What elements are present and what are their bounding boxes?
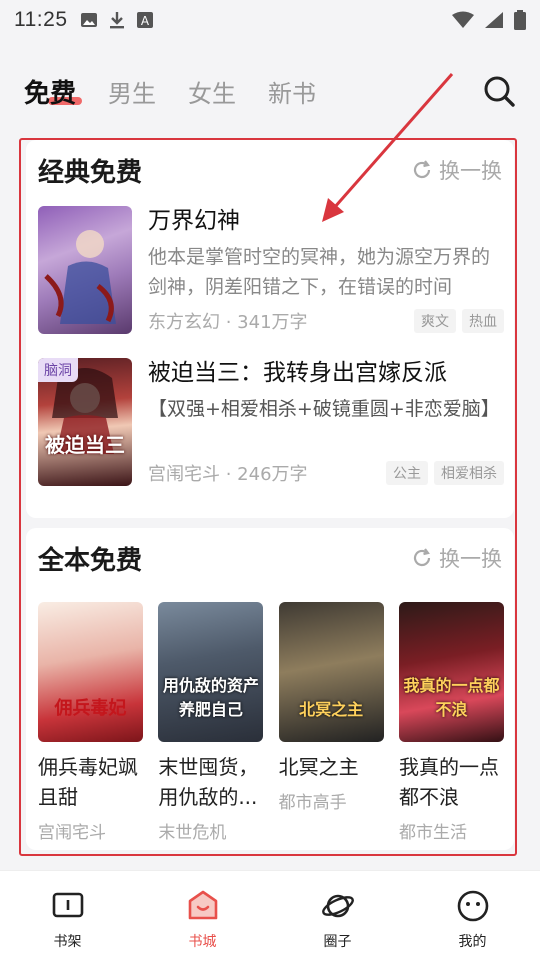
svg-text:A: A [140,14,149,28]
nav-bookstore[interactable]: 书城 [135,871,270,960]
download-icon [109,12,124,29]
image-icon [80,13,97,27]
grid-book-item[interactable]: 北冥之主 北冥之主 都市高手 [278,602,384,843]
nav-label: 圈子 [323,934,352,950]
planet-icon [321,894,354,918]
font-icon: A [136,12,153,28]
book-tag: 相爱相杀 [434,461,504,485]
profile-icon [457,890,488,922]
signal-icon [485,12,503,28]
book-title: 北冥之主 [278,755,359,779]
book-grid: 佣兵毒妃 佣兵毒妃飒且甜 宫闱宅斗 用仇敌的资产养肥自己 末世囤货，用仇敌的..… [38,602,504,843]
tab-female[interactable]: 女生 [188,74,236,109]
book-cover[interactable] [38,206,132,334]
classic-free-section: 经典免费 换一换 万界幻神 他本是掌管时空的冥神，她为源空万界的剑神，阴差阳错之… [26,140,514,518]
tab-new-books[interactable]: 新书 [268,74,316,109]
cover-title: 用仇敌的资产养肥自己 [162,676,259,719]
book-tag: 公主 [386,461,428,485]
book-title: 万界幻神 [148,208,240,234]
book-title: 佣兵毒妃飒且甜 [38,755,138,809]
book-cover[interactable]: 脑洞 被迫当三 [38,358,132,486]
book-meta: 东方玄幻 · 341万字 [148,312,308,333]
cover-title: 佣兵毒妃 [54,698,127,719]
cover-art [44,230,116,324]
grid-book-item[interactable]: 我真的一点都不浪 我真的一点都不浪 都市生活 [398,602,504,843]
book-item[interactable]: 脑洞 被迫当三 被迫当三：我转身出宫嫁反派 【双强+相爱相杀+破镜重圆+非恋爱脑… [38,358,504,490]
bookstore-icon [188,890,217,920]
nav-profile[interactable]: 我的 [405,871,540,960]
full-free-section: 全本免费 换一换 佣兵毒妃 佣兵毒妃飒且甜 宫闱宅斗 用仇敌的资产养肥自己 末世… [26,528,514,850]
battery-icon [514,10,526,30]
refresh-label: 换一换 [439,547,502,571]
nav-label: 书架 [53,934,82,950]
nav-label: 我的 [458,934,487,950]
bookshelf-icon [52,892,83,918]
category-tabs: 免费 男生 女生 新书 [0,64,540,118]
book-category: 宫闱宅斗 [38,823,106,843]
tab-male[interactable]: 男生 [108,74,156,109]
section-title: 经典免费 [38,157,143,188]
book-item[interactable]: 万界幻神 他本是掌管时空的冥神，她为源空万界的剑神，阴差阳错之下，在错误的时间 … [38,206,504,338]
status-bar: 11:25 A [0,0,540,40]
book-title: 被迫当三：我转身出宫嫁反派 [148,360,447,386]
book-cover[interactable]: 佣兵毒妃 [38,602,143,742]
refresh-button[interactable]: 换一换 [411,155,502,185]
wifi-icon [452,11,474,28]
book-category: 都市高手 [278,793,347,813]
section-title: 全本免费 [38,545,143,576]
nav-bookshelf[interactable]: 书架 [0,871,135,960]
book-description: 【双强+相爱相杀+破镜重圆+非恋爱脑】 [148,398,500,420]
refresh-icon [413,548,431,567]
tab-free[interactable]: 免费 [24,79,76,109]
status-time: 11:25 [14,8,68,31]
grid-book-item[interactable]: 用仇敌的资产养肥自己 末世囤货，用仇敌的... 末世危机 [158,602,264,843]
book-category: 都市生活 [398,823,467,843]
book-description: 他本是掌管时空的冥神，她为源空万界的剑神，阴差阳错之下，在错误的时间 [148,246,491,298]
book-tag: 爽文 [414,309,456,333]
book-meta: 宫闱宅斗 · 246万字 [148,464,308,485]
refresh-label: 换一换 [439,159,502,183]
book-category: 末世危机 [158,823,227,843]
cover-title: 北冥之主 [299,700,364,719]
book-cover[interactable]: 北冥之主 [278,602,384,742]
refresh-icon [413,160,431,179]
book-title: 我真的一点都不浪 [398,755,499,809]
cover-title: 我真的一点都不浪 [403,676,500,719]
grid-book-item[interactable]: 佣兵毒妃 佣兵毒妃飒且甜 宫闱宅斗 [38,602,143,843]
nav-label: 书城 [188,934,217,950]
book-cover[interactable]: 用仇敌的资产养肥自己 [158,602,264,742]
cover-badge: 脑洞 [38,358,78,382]
refresh-button[interactable]: 换一换 [411,543,502,573]
cover-title: 被迫当三 [45,433,125,457]
book-title: 末世囤货，用仇敌的... [158,755,259,809]
bottom-nav: 书架 书城 圈子 我的 [0,870,540,960]
search-icon[interactable] [482,74,516,108]
nav-circle[interactable]: 圈子 [270,871,405,960]
book-cover[interactable]: 我真的一点都不浪 [398,602,504,742]
book-tag: 热血 [462,309,504,333]
